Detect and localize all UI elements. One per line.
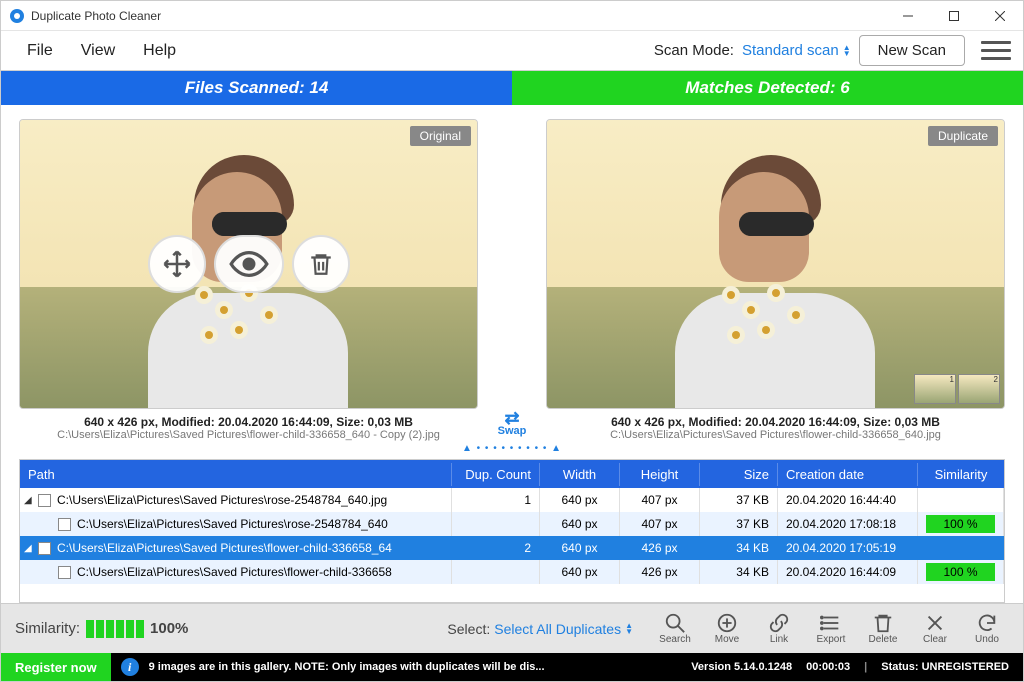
thumb-2[interactable]: 2 <box>958 374 1000 404</box>
duplicate-image <box>547 120 1004 408</box>
results-table: Path Dup. Count Width Height Size Creati… <box>19 459 1005 603</box>
export-button[interactable]: Export <box>809 612 853 645</box>
similarity-bars <box>86 620 144 638</box>
col-size[interactable]: Size <box>700 463 778 486</box>
similarity-percent: 100% <box>150 620 188 637</box>
register-button[interactable]: Register now <box>1 653 111 681</box>
row-checkbox[interactable] <box>38 542 51 555</box>
window-title: Duplicate Photo Cleaner <box>31 9 885 23</box>
swap-arrow-icon: ⇄ <box>504 411 519 425</box>
row-checkbox[interactable] <box>58 566 71 579</box>
select-dropdown[interactable]: Select All Duplicates ▲▼ <box>494 621 633 637</box>
duplicate-path: C:\Users\Eliza\Pictures\Saved Pictures\f… <box>610 429 941 441</box>
col-width[interactable]: Width <box>540 463 620 486</box>
similarity-label: Similarity: <box>15 620 80 637</box>
dropdown-caret-icon: ▲▼ <box>625 623 633 635</box>
app-icon <box>9 8 25 24</box>
statusbar: Register now i 9 images are in this gall… <box>1 653 1023 681</box>
preview-area: Original 640 x 426 px, Modified: 20.04.2… <box>1 105 1023 459</box>
select-label: Select: <box>447 621 490 637</box>
col-similarity[interactable]: Similarity <box>918 463 1004 486</box>
hamburger-menu-button[interactable] <box>981 39 1011 63</box>
status-separator: | <box>864 661 867 673</box>
close-button[interactable] <box>977 1 1023 31</box>
bottom-toolbar: Similarity: 100% Select: Select All Dupl… <box>1 603 1023 653</box>
duplicate-meta: 640 x 426 px, Modified: 20.04.2020 16:44… <box>610 415 941 429</box>
scanmode-label: Scan Mode: <box>654 42 734 59</box>
table-row[interactable]: ◢C:\Users\Eliza\Pictures\Saved Pictures\… <box>20 488 1004 512</box>
table-header: Path Dup. Count Width Height Size Creati… <box>20 460 1004 488</box>
files-scanned-stat: Files Scanned: 14 <box>1 71 512 105</box>
status-version: Version 5.14.0.1248 <box>691 661 792 673</box>
original-badge: Original <box>410 126 471 146</box>
maximize-button[interactable] <box>931 1 977 31</box>
titlebar: Duplicate Photo Cleaner <box>1 1 1023 31</box>
menubar: File View Help Scan Mode: Standard scan … <box>1 31 1023 71</box>
link-button[interactable]: Link <box>757 612 801 645</box>
view-overlay-button[interactable] <box>214 235 284 293</box>
delete-button[interactable]: Delete <box>861 612 905 645</box>
move-button[interactable]: Move <box>705 612 749 645</box>
table-row[interactable]: C:\Users\Eliza\Pictures\Saved Pictures\f… <box>20 560 1004 584</box>
duplicate-badge: Duplicate <box>928 126 998 146</box>
info-icon: i <box>121 658 139 676</box>
clear-button[interactable]: Clear <box>913 612 957 645</box>
table-row[interactable]: ◢C:\Users\Eliza\Pictures\Saved Pictures\… <box>20 536 1004 560</box>
row-checkbox[interactable] <box>38 494 51 507</box>
swap-button[interactable]: ⇄ Swap <box>492 119 532 441</box>
swap-label: Swap <box>498 425 527 437</box>
status-registration: Status: UNREGISTERED <box>881 661 1009 673</box>
thumb-1[interactable]: 1 <box>914 374 956 404</box>
scanmode-dropdown[interactable]: Standard scan ▲▼ <box>742 42 851 59</box>
new-scan-button[interactable]: New Scan <box>859 35 965 66</box>
dropdown-caret-icon: ▲▼ <box>843 45 851 57</box>
table-row[interactable]: C:\Users\Eliza\Pictures\Saved Pictures\r… <box>20 512 1004 536</box>
undo-button[interactable]: Undo <box>965 612 1009 645</box>
duplicate-thumbs: 1 2 <box>914 374 1000 404</box>
duplicate-preview[interactable]: Duplicate 1 2 <box>546 119 1005 409</box>
menu-help[interactable]: Help <box>129 36 190 66</box>
original-meta: 640 x 426 px, Modified: 20.04.2020 16:44… <box>57 415 440 429</box>
menu-view[interactable]: View <box>67 36 129 66</box>
status-timer: 00:00:03 <box>806 661 850 673</box>
original-path: C:\Users\Eliza\Pictures\Saved Pictures\f… <box>57 429 440 441</box>
col-height[interactable]: Height <box>620 463 700 486</box>
menu-file[interactable]: File <box>13 36 67 66</box>
scanmode-value: Standard scan <box>742 42 839 59</box>
stats-bar: Files Scanned: 14 Matches Detected: 6 <box>1 71 1023 105</box>
col-path[interactable]: Path <box>20 463 452 486</box>
delete-overlay-button[interactable] <box>292 235 350 293</box>
matches-detected-stat: Matches Detected: 6 <box>512 71 1023 105</box>
col-dup[interactable]: Dup. Count <box>452 463 540 486</box>
search-button[interactable]: Search <box>653 612 697 645</box>
collapse-handle[interactable]: ▲ • • • • • • • • • ▲ <box>19 441 1005 455</box>
minimize-button[interactable] <box>885 1 931 31</box>
original-preview[interactable]: Original <box>19 119 478 409</box>
col-date[interactable]: Creation date <box>778 463 918 486</box>
status-message: 9 images are in this gallery. NOTE: Only… <box>149 661 678 673</box>
row-checkbox[interactable] <box>58 518 71 531</box>
move-overlay-button[interactable] <box>148 235 206 293</box>
